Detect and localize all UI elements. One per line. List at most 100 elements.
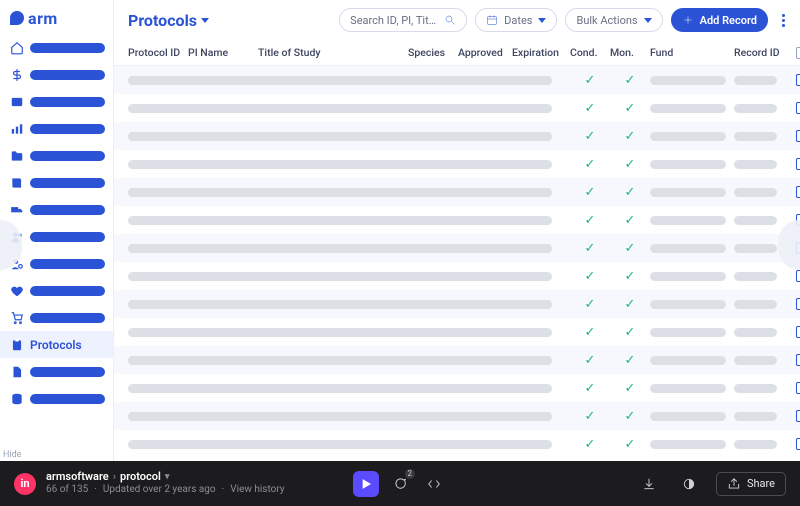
invision-logo-icon[interactable]: in bbox=[14, 473, 36, 495]
table-row[interactable]: ✓✓ bbox=[114, 290, 800, 318]
row-content-placeholder bbox=[128, 328, 552, 337]
add-record-button[interactable]: Add Record bbox=[671, 8, 768, 32]
row-checkbox[interactable] bbox=[796, 186, 800, 198]
chevron-down-icon bbox=[201, 18, 209, 23]
view-history-link[interactable]: View history bbox=[222, 484, 285, 497]
brand-logo[interactable]: arm bbox=[0, 0, 113, 30]
table-row[interactable]: ✓✓ bbox=[114, 122, 800, 150]
project-name[interactable]: armsoftware bbox=[46, 470, 109, 484]
row-content-placeholder bbox=[128, 384, 552, 393]
table-row[interactable]: ✓✓ bbox=[114, 178, 800, 206]
invision-bar: in armsoftware › protocol ▾ 66 of 135 Up… bbox=[0, 461, 800, 506]
download-button[interactable] bbox=[636, 471, 662, 497]
play-mode-button[interactable] bbox=[353, 471, 379, 497]
table-row[interactable]: ✓✓ bbox=[114, 318, 800, 346]
sidebar-item-4[interactable] bbox=[0, 142, 113, 169]
book-icon bbox=[10, 176, 24, 190]
sidebar-item-13[interactable] bbox=[0, 385, 113, 412]
row-checkbox[interactable] bbox=[796, 158, 800, 170]
col-cond[interactable]: Cond. bbox=[570, 46, 610, 59]
appearance-toggle[interactable] bbox=[676, 471, 702, 497]
sidebar-item-9[interactable] bbox=[0, 277, 113, 304]
invision-breadcrumb: armsoftware › protocol ▾ 66 of 135 Updat… bbox=[46, 470, 285, 496]
mon-check-icon: ✓ bbox=[610, 353, 650, 368]
sidebar-item-0[interactable] bbox=[0, 34, 113, 61]
row-checkbox[interactable] bbox=[796, 130, 800, 142]
mon-check-icon: ✓ bbox=[610, 437, 650, 452]
col-expiration[interactable]: Expiration bbox=[512, 46, 570, 59]
dates-dropdown[interactable]: Dates bbox=[475, 8, 557, 32]
row-checkbox[interactable] bbox=[796, 354, 800, 366]
table-row[interactable]: ✓✓ bbox=[114, 430, 800, 458]
search-placeholder: Search ID, PI, Title... bbox=[350, 14, 438, 27]
col-fund[interactable]: Fund bbox=[650, 46, 734, 59]
col-title[interactable]: Title of Study bbox=[258, 46, 408, 59]
page-title-dropdown[interactable]: Protocols bbox=[128, 11, 209, 30]
row-content-placeholder bbox=[128, 76, 552, 85]
table-row[interactable]: ✓✓ bbox=[114, 262, 800, 290]
share-button[interactable]: Share bbox=[716, 472, 786, 496]
more-menu-button[interactable] bbox=[776, 14, 790, 27]
row-checkbox[interactable] bbox=[796, 298, 800, 310]
mon-check-icon: ✓ bbox=[610, 185, 650, 200]
sidebar-item-3[interactable] bbox=[0, 115, 113, 142]
row-checkbox[interactable] bbox=[796, 270, 800, 282]
row-checkbox[interactable] bbox=[796, 74, 800, 86]
bulk-actions-dropdown[interactable]: Bulk Actions bbox=[565, 8, 662, 32]
col-protocol-id[interactable]: Protocol ID bbox=[128, 46, 188, 59]
sidebar-item-protocols[interactable]: Protocols bbox=[0, 331, 113, 358]
chevron-down-icon[interactable]: ▾ bbox=[165, 472, 170, 483]
row-checkbox[interactable] bbox=[796, 102, 800, 114]
search-input[interactable]: Search ID, PI, Title... bbox=[339, 8, 467, 32]
table-row[interactable]: ✓✓ bbox=[114, 402, 800, 430]
sidebar-item-5[interactable] bbox=[0, 169, 113, 196]
table-row[interactable]: ✓✓ bbox=[114, 234, 800, 262]
table-row[interactable]: ✓✓ bbox=[114, 66, 800, 94]
content-area: Protocols Search ID, PI, Title... Dates bbox=[114, 0, 800, 461]
col-approved[interactable]: Approved bbox=[458, 46, 512, 59]
cart-icon bbox=[10, 311, 24, 325]
row-checkbox[interactable] bbox=[796, 326, 800, 338]
search-icon bbox=[444, 14, 456, 26]
col-mon[interactable]: Mon. bbox=[610, 46, 650, 59]
table-row[interactable]: ✓✓ bbox=[114, 346, 800, 374]
table-row[interactable]: ✓✓ bbox=[114, 206, 800, 234]
cond-check-icon: ✓ bbox=[570, 297, 610, 312]
chevron-right-icon: › bbox=[113, 470, 116, 484]
chevron-down-icon bbox=[538, 18, 546, 23]
col-pi-name[interactable]: PI Name bbox=[188, 46, 258, 59]
select-all-checkbox[interactable] bbox=[796, 47, 800, 59]
row-checkbox[interactable] bbox=[796, 410, 800, 422]
page-title-text: Protocols bbox=[128, 11, 197, 30]
mon-check-icon: ✓ bbox=[610, 73, 650, 88]
fund-placeholder bbox=[650, 76, 726, 85]
sidebar-item-label-placeholder bbox=[30, 178, 105, 188]
record-id-placeholder bbox=[734, 412, 777, 421]
cond-check-icon: ✓ bbox=[570, 437, 610, 452]
row-checkbox[interactable] bbox=[796, 382, 800, 394]
toolbar: Protocols Search ID, PI, Title... Dates bbox=[114, 0, 800, 40]
screen-name[interactable]: protocol bbox=[120, 470, 161, 484]
invision-right-tools: Share bbox=[636, 471, 786, 497]
mon-check-icon: ✓ bbox=[610, 213, 650, 228]
brand-name: arm bbox=[28, 9, 58, 28]
sidebar-item-10[interactable] bbox=[0, 304, 113, 331]
comment-mode-button[interactable]: 2 bbox=[387, 471, 413, 497]
table-row[interactable]: ✓✓ bbox=[114, 150, 800, 178]
col-species[interactable]: Species bbox=[408, 46, 458, 59]
sidebar-item-1[interactable] bbox=[0, 61, 113, 88]
sidebar-item-12[interactable] bbox=[0, 358, 113, 385]
fund-placeholder bbox=[650, 272, 726, 281]
sidebar-item-6[interactable] bbox=[0, 196, 113, 223]
bulk-label: Bulk Actions bbox=[576, 14, 637, 27]
record-id-placeholder bbox=[734, 272, 777, 281]
col-record-id[interactable]: Record ID bbox=[734, 46, 788, 59]
sidebar-item-2[interactable] bbox=[0, 88, 113, 115]
table-row[interactable]: ✓✓ bbox=[114, 94, 800, 122]
mon-check-icon: ✓ bbox=[610, 297, 650, 312]
table-row[interactable]: ✓✓ bbox=[114, 374, 800, 402]
hide-toggle[interactable]: Hide bbox=[0, 449, 24, 461]
row-checkbox[interactable] bbox=[796, 438, 800, 450]
mon-check-icon: ✓ bbox=[610, 241, 650, 256]
inspect-mode-button[interactable] bbox=[421, 471, 447, 497]
